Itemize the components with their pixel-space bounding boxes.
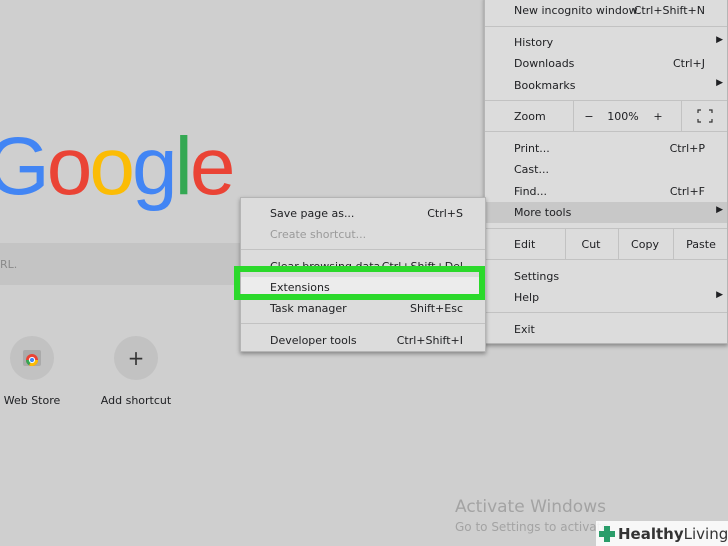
menu-item-more-tools[interactable]: More tools ▶ — [485, 202, 727, 223]
chrome-store-icon — [23, 350, 41, 367]
add-shortcut-button[interactable]: + Add shortcut — [90, 336, 182, 407]
logo-letter: g — [132, 121, 178, 212]
copy-button[interactable]: Copy — [618, 229, 671, 259]
submenu-arrow-icon: ▶ — [716, 290, 723, 300]
menu-item-cast[interactable]: Cast... — [485, 159, 727, 180]
chrome-main-menu: New incognito window Ctrl+Shift+N Histor… — [484, 0, 728, 344]
menu-item-label: Task manager — [270, 302, 347, 315]
menu-item-print[interactable]: Print... Ctrl+P — [485, 138, 727, 159]
brand-part2: Living — [683, 524, 728, 543]
zoom-value: 100% — [607, 109, 639, 123]
submenu-arrow-icon: ▶ — [716, 205, 723, 215]
menu-divider — [241, 323, 485, 324]
menu-item-create-shortcut[interactable]: Create shortcut... — [241, 224, 485, 245]
logo-letter: l — [174, 121, 193, 212]
logo-letter: e — [189, 121, 236, 212]
menu-item-label: Bookmarks — [514, 79, 576, 92]
menu-item-bookmarks[interactable]: Bookmarks ▶ — [485, 75, 727, 96]
submenu-arrow-icon: ▶ — [716, 78, 723, 88]
menu-item-zoom: Zoom − 100% + — [485, 101, 727, 131]
menu-item-task-manager[interactable]: Task manager Shift+Esc — [241, 298, 485, 319]
menu-item-shortcut: Ctrl+Shift+I — [396, 334, 463, 347]
menu-item-settings[interactable]: Settings — [485, 266, 727, 287]
menu-item-label: Downloads — [514, 57, 575, 70]
menu-item-label: New incognito window — [514, 4, 638, 17]
shortcut-label: Add shortcut — [100, 394, 172, 407]
menu-divider — [485, 131, 727, 132]
fullscreen-icon — [697, 109, 713, 123]
menu-item-shortcut: Ctrl+J — [672, 57, 705, 70]
menu-item-new-incognito[interactable]: New incognito window Ctrl+Shift+N — [485, 0, 727, 21]
copy-label: Copy — [631, 237, 659, 251]
paste-button[interactable]: Paste — [673, 229, 728, 259]
web-store-icon — [10, 336, 54, 380]
menu-item-downloads[interactable]: Downloads Ctrl+J — [485, 53, 727, 74]
menu-item-label: Developer tools — [270, 334, 357, 347]
paste-label: Paste — [686, 237, 716, 251]
search-hint: RL. — [0, 258, 18, 271]
menu-divider — [241, 249, 485, 250]
menu-item-shortcut: Ctrl+Shift+N — [633, 4, 705, 17]
menu-item-save-page[interactable]: Save page as... Ctrl+S — [241, 203, 485, 224]
menu-item-label: Help — [514, 291, 540, 304]
menu-item-label: History — [514, 36, 554, 49]
menu-item-shortcut: Ctrl+S — [427, 207, 463, 220]
plus-icon: + — [114, 336, 158, 380]
menu-divider — [485, 312, 727, 313]
menu-item-shortcut: Shift+Esc — [410, 302, 463, 315]
menu-item-label: Settings — [514, 270, 560, 283]
menu-item-help[interactable]: Help ▶ — [485, 287, 727, 308]
logo-letter: o — [89, 121, 135, 212]
zoom-out-button[interactable]: − — [573, 101, 604, 131]
menu-item-label: Save page as... — [270, 207, 355, 220]
activate-windows-subtitle: Go to Settings to activate — [455, 520, 609, 534]
menu-item-label: Print... — [514, 142, 550, 155]
search-bar[interactable] — [0, 243, 240, 285]
menu-item-label: More tools — [514, 206, 572, 219]
zoom-level: 100% — [603, 101, 643, 131]
menu-divider — [485, 259, 727, 260]
menu-item-label: Zoom — [514, 110, 546, 123]
menu-item-label: Find... — [514, 185, 548, 198]
activate-windows-title: Activate Windows — [455, 497, 606, 517]
menu-item-label: Exit — [514, 323, 535, 336]
menu-item-shortcut: Ctrl+P — [669, 142, 705, 155]
cut-label: Cut — [581, 237, 601, 251]
zoom-in-glyph: + — [653, 109, 663, 123]
brand-part1: Healthy — [618, 524, 684, 543]
shortcut-label: Web Store — [3, 394, 61, 407]
menu-item-history[interactable]: History ▶ — [485, 32, 727, 53]
menu-divider — [485, 26, 727, 27]
menu-item-exit[interactable]: Exit — [485, 319, 727, 340]
menu-item-label: Create shortcut... — [270, 228, 367, 241]
google-logo: Google — [0, 121, 236, 212]
cut-button[interactable]: Cut — [565, 229, 616, 259]
cross-icon — [599, 525, 615, 542]
zoom-in-button[interactable]: + — [643, 101, 673, 131]
menu-item-developer-tools[interactable]: Developer tools Ctrl+Shift+I — [241, 330, 485, 351]
extensions-highlight-box — [234, 266, 485, 300]
logo-letter: G — [0, 121, 50, 212]
fullscreen-button[interactable] — [681, 101, 728, 131]
logo-letter: o — [46, 121, 93, 212]
shortcut-web-store[interactable]: Web Store — [0, 336, 78, 407]
menu-item-find[interactable]: Find... Ctrl+F — [485, 181, 727, 202]
healthy-living-logo: Healthy Living — [596, 521, 728, 546]
zoom-out-glyph: − — [584, 109, 594, 123]
menu-item-edit: Edit Cut Copy Paste — [485, 229, 727, 259]
menu-item-label: Edit — [514, 238, 536, 251]
submenu-arrow-icon: ▶ — [716, 35, 723, 45]
plus-glyph: + — [127, 346, 145, 370]
menu-item-label: Cast... — [514, 163, 549, 176]
menu-item-shortcut: Ctrl+F — [669, 185, 705, 198]
